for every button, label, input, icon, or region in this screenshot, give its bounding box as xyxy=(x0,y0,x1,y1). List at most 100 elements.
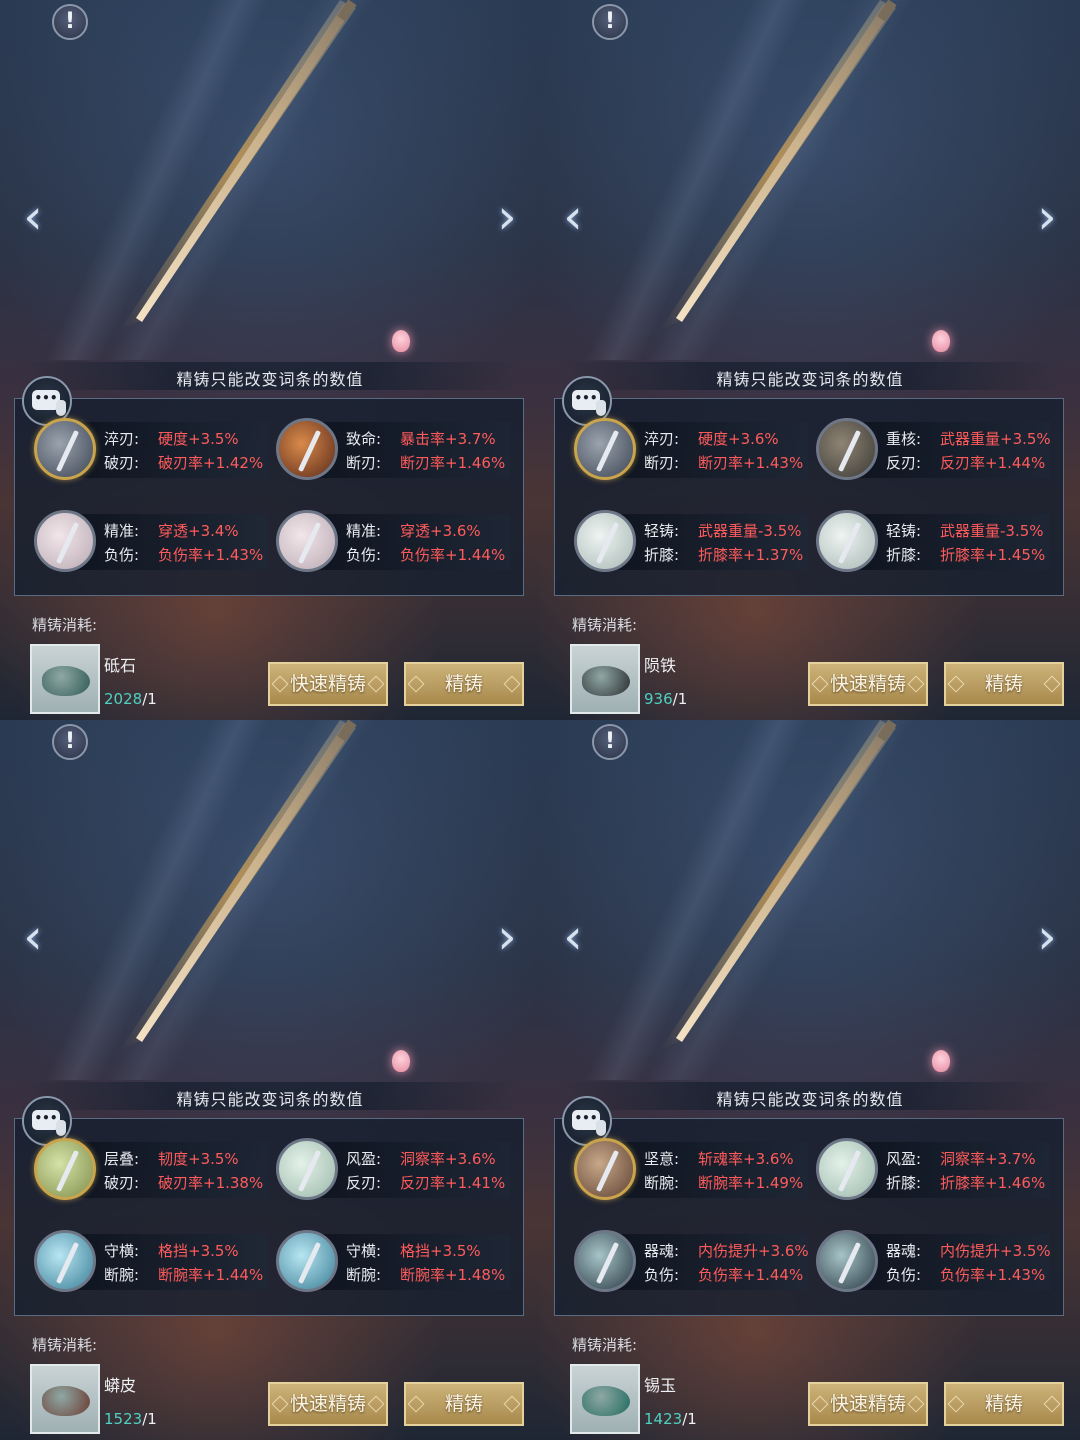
attribute-entry[interactable]: 轻铸: 武器重量-3.5% 折膝: 折膝率+1.37% xyxy=(574,506,810,578)
attribute-entry[interactable]: 守横: 格挡+3.5% 断腕: 断腕率+1.48% xyxy=(276,1226,512,1298)
attribute-entry[interactable]: 层叠: 韧度+3.5% 破刃: 破刃率+1.38% xyxy=(34,1134,270,1206)
material-required: /1 xyxy=(682,1410,697,1428)
attribute-label: 轻铸: xyxy=(886,522,922,540)
refine-panel-3: ! ‹ › 精铸只能改变词条的数值 ••• 层叠: 韧度+3.5% 破刃: 破刃率+1… xyxy=(0,720,540,1440)
attribute-value: 负伤率+1.44% xyxy=(400,546,506,564)
attribute-value: 斩魂率+3.6% xyxy=(698,1150,794,1168)
refine-hint: 精铸只能改变词条的数值 xyxy=(176,370,364,389)
attribute-value: 断腕率+1.48% xyxy=(400,1266,506,1284)
attribute-value: 硬度+3.6% xyxy=(698,430,779,448)
next-arrow-icon[interactable]: › xyxy=(1032,192,1062,242)
material-slot[interactable] xyxy=(570,644,640,714)
quick-refine-button[interactable]: 快速精铸 xyxy=(808,1382,928,1426)
material-count: 2028/1 xyxy=(104,690,157,708)
wind-orb-icon xyxy=(276,1138,338,1200)
attribute-value: 韧度+3.5% xyxy=(158,1150,239,1168)
sword-image xyxy=(120,720,357,1050)
attribute-entry[interactable]: 器魂: 内伤提升+3.5% 负伤: 负伤率+1.43% xyxy=(816,1226,1052,1298)
refine-button[interactable]: 精铸 xyxy=(944,1382,1064,1426)
attribute-entry[interactable]: 淬刃: 硬度+3.6% 断刃: 断刃率+1.43% xyxy=(574,414,810,486)
attribute-label: 守横: xyxy=(346,1242,382,1260)
attribute-entry[interactable]: 精准: 穿透+3.4% 负伤: 负伤率+1.43% xyxy=(34,506,270,578)
attribute-label: 负伤: xyxy=(104,546,140,564)
attribute-entry[interactable]: 坚意: 斩魂率+3.6% 断腕: 断腕率+1.49% xyxy=(574,1134,810,1206)
material-slot[interactable] xyxy=(30,1364,100,1434)
quick-refine-button[interactable]: 快速精铸 xyxy=(268,1382,388,1426)
next-arrow-icon[interactable]: › xyxy=(492,192,522,242)
attribute-value: 格挡+3.5% xyxy=(158,1242,239,1260)
whetstone-icon xyxy=(42,666,90,696)
attribute-label: 断腕: xyxy=(346,1266,382,1284)
prev-arrow-icon[interactable]: ‹ xyxy=(558,912,588,962)
attribute-label: 淬刃: xyxy=(104,430,140,448)
attribute-entry[interactable]: 轻铸: 武器重量-3.5% 折膝: 折膝率+1.45% xyxy=(816,506,1052,578)
info-warning-button[interactable]: ! xyxy=(52,724,88,760)
cost-title: 精铸消耗: xyxy=(32,616,98,634)
info-warning-button[interactable]: ! xyxy=(592,724,628,760)
refine-button[interactable]: 精铸 xyxy=(404,1382,524,1426)
sword-image xyxy=(660,0,897,330)
attribute-entry[interactable]: 风盈: 洞察率+3.7% 折膝: 折膝率+1.46% xyxy=(816,1134,1052,1206)
attribute-label: 破刃: xyxy=(104,454,140,472)
prev-arrow-icon[interactable]: ‹ xyxy=(18,912,48,962)
attribute-value: 反刃率+1.44% xyxy=(940,454,1046,472)
attribute-entry[interactable]: 风盈: 洞察率+3.6% 反刃: 反刃率+1.41% xyxy=(276,1134,512,1206)
attribute-entry[interactable]: 守横: 格挡+3.5% 断腕: 断腕率+1.44% xyxy=(34,1226,270,1298)
next-arrow-icon[interactable]: › xyxy=(492,912,522,962)
spirit-orb-icon xyxy=(816,1230,878,1292)
material-count: 1523/1 xyxy=(104,1410,157,1428)
material-name: 锡玉 xyxy=(644,1376,677,1395)
quick-refine-button[interactable]: 快速精铸 xyxy=(808,662,928,706)
refine-panel-4: ! ‹ › 精铸只能改变词条的数值 ••• 坚意: 斩魂率+3.6% 断腕: 断腕率+… xyxy=(540,720,1080,1440)
next-arrow-icon[interactable]: › xyxy=(1032,912,1062,962)
info-warning-button[interactable]: ! xyxy=(52,4,88,40)
spirit-orb-icon xyxy=(574,1230,636,1292)
attribute-value: 穿透+3.6% xyxy=(400,522,481,540)
attribute-label: 断腕: xyxy=(644,1174,680,1192)
attribute-value: 硬度+3.5% xyxy=(158,430,239,448)
attribute-value: 格挡+3.5% xyxy=(400,1242,481,1260)
attribute-value: 折膝率+1.45% xyxy=(940,546,1046,564)
lantern-decoration xyxy=(932,330,950,352)
attribute-value: 反刃率+1.41% xyxy=(400,1174,506,1192)
attribute-label: 破刃: xyxy=(104,1174,140,1192)
lantern-decoration xyxy=(392,1050,410,1072)
attribute-value: 内伤提升+3.5% xyxy=(940,1242,1051,1260)
attribute-label: 折膝: xyxy=(886,1174,922,1192)
material-slot[interactable] xyxy=(570,1364,640,1434)
attribute-value: 断腕率+1.49% xyxy=(698,1174,804,1192)
attribute-value: 洞察率+3.7% xyxy=(940,1150,1036,1168)
ice-orb-icon xyxy=(276,1230,338,1292)
lantern-decoration xyxy=(392,330,410,352)
info-warning-button[interactable]: ! xyxy=(592,4,628,40)
attribute-value: 穿透+3.4% xyxy=(158,522,239,540)
attribute-entry[interactable]: 器魂: 内伤提升+3.6% 负伤: 负伤率+1.44% xyxy=(574,1226,810,1298)
attribute-label: 断刃: xyxy=(644,454,680,472)
quick-refine-button[interactable]: 快速精铸 xyxy=(268,662,388,706)
refine-button[interactable]: 精铸 xyxy=(404,662,524,706)
attribute-entry[interactable]: 重核: 武器重量+3.5% 反刃: 反刃率+1.44% xyxy=(816,414,1052,486)
attribute-label: 折膝: xyxy=(886,546,922,564)
material-required: /1 xyxy=(672,690,688,708)
lantern-decoration xyxy=(932,1050,950,1072)
attribute-entry[interactable]: 致命: 暴击率+3.7% 断刃: 断刃率+1.46% xyxy=(276,414,512,486)
wind-orb-icon xyxy=(816,1138,878,1200)
attribute-label: 折膝: xyxy=(644,546,680,564)
prev-arrow-icon[interactable]: ‹ xyxy=(558,192,588,242)
attribute-entry[interactable]: 精准: 穿透+3.6% 负伤: 负伤率+1.44% xyxy=(276,506,512,578)
attribute-entry[interactable]: 淬刃: 硬度+3.5% 破刃: 破刃率+1.42% xyxy=(34,414,270,486)
attribute-label: 反刃: xyxy=(886,454,922,472)
attribute-value: 负伤率+1.43% xyxy=(158,546,264,564)
attribute-value: 暴击率+3.7% xyxy=(400,430,496,448)
attribute-label: 器魂: xyxy=(644,1242,680,1260)
material-slot[interactable] xyxy=(30,644,100,714)
prev-arrow-icon[interactable]: ‹ xyxy=(18,192,48,242)
meteor-iron-icon xyxy=(582,666,630,696)
tin-jade-icon xyxy=(582,1386,630,1416)
material-required: /1 xyxy=(142,690,157,708)
cost-title: 精铸消耗: xyxy=(572,616,638,634)
refine-button[interactable]: 精铸 xyxy=(944,662,1064,706)
attribute-value: 负伤率+1.44% xyxy=(698,1266,804,1284)
attribute-label: 反刃: xyxy=(346,1174,382,1192)
material-owned: 1423 xyxy=(644,1410,683,1428)
